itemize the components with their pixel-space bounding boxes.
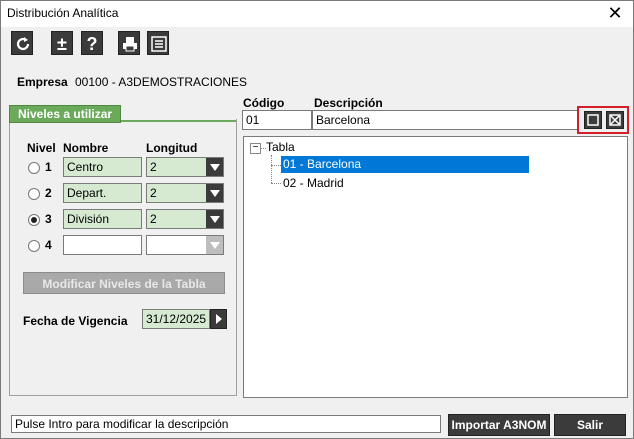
niveles-group-title: Niveles a utilizar (9, 105, 122, 123)
longitud-select[interactable]: 2 (146, 209, 224, 229)
nivel-number: 4 (45, 238, 52, 252)
fecha-label: Fecha de Vigencia (23, 314, 128, 328)
descripcion-input[interactable]: Barcelona (312, 110, 578, 130)
empresa-value: 00100 - A3DEMOSTRACIONES (75, 75, 248, 89)
tree-item-selected[interactable]: 01 - Barcelona (281, 156, 529, 173)
longitud-select[interactable]: 2 (146, 183, 224, 203)
longitud-value: 2 (150, 186, 157, 200)
nivel-number: 3 (45, 212, 52, 226)
chevron-down-icon (206, 210, 223, 228)
clear-button[interactable] (606, 111, 624, 129)
title-bar: Distribución Analítica ✕ (1, 1, 633, 27)
close-box-icon (609, 114, 621, 126)
nivel-header: Nivel (27, 141, 56, 155)
chevron-down-icon (206, 236, 223, 254)
refresh-icon (16, 37, 30, 51)
tree-line (271, 155, 272, 183)
codigo-label: Código (243, 96, 285, 110)
tree-view[interactable]: − Tabla 01 - Barcelona 02 - Madrid (243, 136, 628, 398)
date-picker-button[interactable] (210, 309, 227, 329)
tree-item-label: 01 - Barcelona (283, 157, 362, 171)
refresh-button[interactable] (11, 31, 33, 55)
tree-line (271, 183, 281, 184)
list-icon (151, 36, 167, 52)
nombre-input[interactable] (63, 235, 142, 255)
plus-minus-icon: ± (57, 34, 67, 54)
nivel-radio-selected[interactable] (28, 214, 40, 226)
window-title: Distribución Analítica (7, 6, 119, 20)
nivel-radio[interactable] (28, 188, 40, 200)
status-bar: Pulse Intro para modificar la descripció… (11, 415, 441, 433)
tree-root[interactable]: Tabla (266, 140, 295, 154)
longitud-header: Longitud (146, 141, 198, 155)
chevron-down-icon (206, 158, 223, 176)
fecha-input[interactable]: 31/12/2025 (142, 309, 210, 329)
longitud-value: 2 (150, 212, 157, 226)
print-icon (123, 37, 137, 52)
nivel-radio[interactable] (28, 240, 40, 252)
print-button[interactable] (118, 31, 140, 55)
longitud-select[interactable] (146, 235, 224, 255)
plus-minus-button[interactable]: ± (51, 31, 73, 55)
tree-line (271, 165, 281, 166)
help-icon: ? (86, 34, 98, 54)
nombre-header: Nombre (63, 141, 109, 155)
nombre-input[interactable]: División (63, 209, 142, 229)
nombre-input[interactable]: Depart. (63, 183, 142, 203)
empresa-label: Empresa (17, 75, 68, 89)
tree-item[interactable]: 02 - Madrid (283, 176, 344, 190)
toolbar: ± ? (1, 28, 633, 60)
chevron-right-icon (216, 314, 222, 324)
nivel-number: 1 (45, 160, 52, 174)
modify-levels-button[interactable]: Modificar Niveles de la Tabla (23, 272, 225, 294)
longitud-value: 2 (150, 160, 157, 174)
longitud-select[interactable]: 2 (146, 157, 224, 177)
import-a3nom-button[interactable]: Importar A3NOM (448, 414, 550, 436)
descripcion-label: Descripción (314, 96, 383, 110)
codigo-input[interactable]: 01 (242, 110, 312, 130)
main-window: Distribución Analítica ✕ ± ? Empresa 001… (0, 0, 634, 439)
close-icon[interactable]: ✕ (605, 3, 625, 23)
nivel-number: 2 (45, 186, 52, 200)
nombre-input[interactable]: Centro (63, 157, 142, 177)
square-icon (587, 114, 599, 126)
exit-button[interactable]: Salir (554, 414, 626, 436)
chevron-down-icon (206, 184, 223, 202)
nivel-radio[interactable] (28, 162, 40, 174)
help-button[interactable]: ? (81, 31, 103, 55)
list-button[interactable] (147, 31, 169, 55)
maximize-button[interactable] (584, 111, 602, 129)
